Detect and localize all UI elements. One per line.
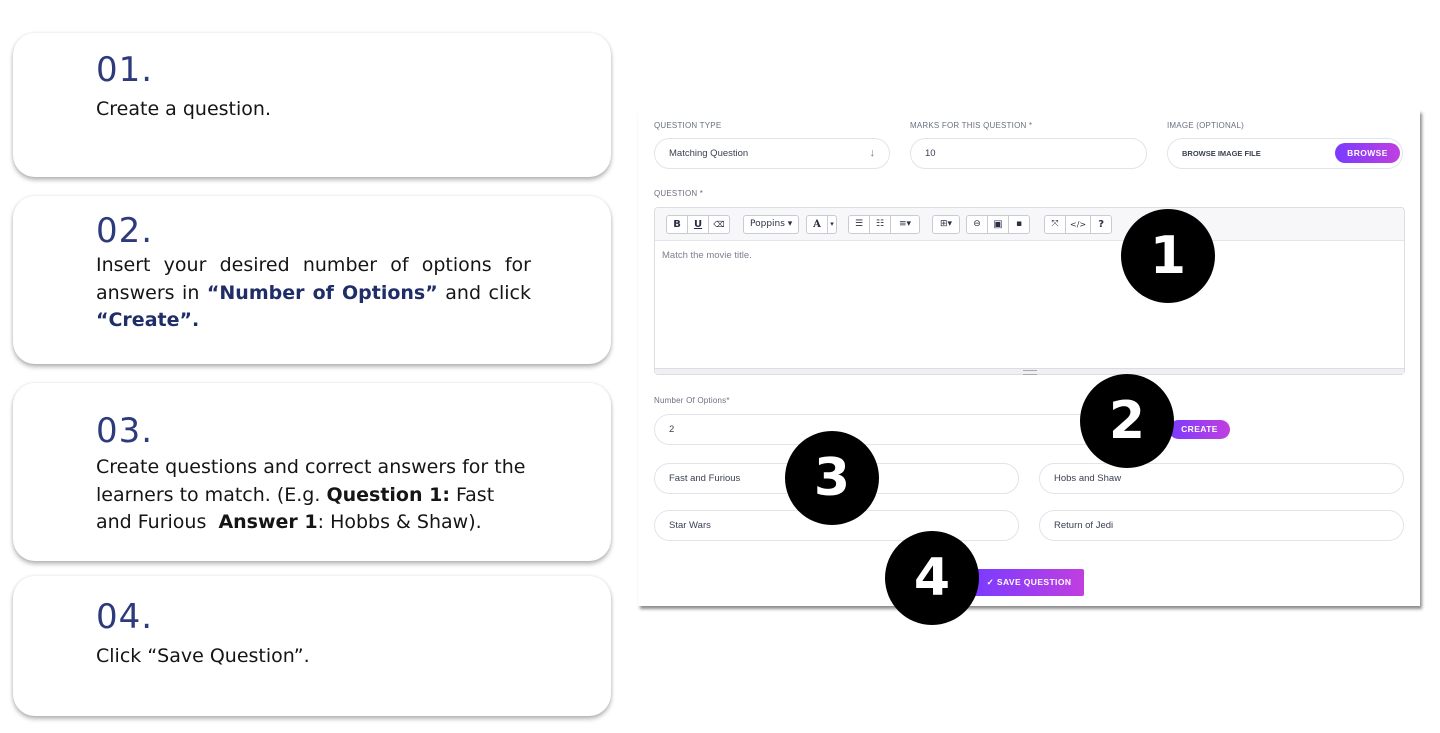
step-number: 04. bbox=[96, 597, 154, 637]
option-answer-input[interactable]: Hobs and Shaw bbox=[1039, 463, 1404, 494]
step-text: Click “Save Question”. bbox=[96, 645, 310, 667]
step-highlight: “Number of Options” bbox=[206, 281, 438, 304]
step-card-4: 04. Click “Save Question”. bbox=[13, 576, 611, 716]
step-card-1: 01. Create a question. bbox=[13, 33, 611, 177]
question-type-label: QUESTION TYPE bbox=[654, 121, 722, 130]
step-card-2: 02. Insert your desired number of option… bbox=[13, 196, 611, 364]
editor-resize-handle[interactable] bbox=[655, 368, 1404, 375]
save-question-button[interactable]: ✓ SAVE QUESTION bbox=[974, 569, 1084, 596]
fullscreen-icon[interactable]: ⤧ bbox=[1044, 215, 1066, 234]
step-card-3: 03. Create questions and correct answers… bbox=[13, 383, 611, 561]
font-family-dropdown[interactable]: Poppins ▾ bbox=[743, 215, 800, 234]
numbered-list-icon[interactable]: ☷ bbox=[869, 215, 891, 234]
code-view-icon[interactable]: </> bbox=[1065, 215, 1092, 234]
bullet-list-icon[interactable]: ☰ bbox=[848, 215, 870, 234]
step-marker-1: 1 bbox=[1121, 209, 1215, 303]
step-number: 02. bbox=[96, 211, 154, 251]
question-type-value: Matching Question bbox=[669, 148, 749, 159]
step-highlight: “Create”. bbox=[96, 309, 200, 331]
image-label: IMAGE (OPTIONAL) bbox=[1167, 121, 1244, 130]
eraser-icon[interactable]: ⌫ bbox=[708, 215, 730, 234]
arrow-down-icon: ↓ bbox=[869, 147, 876, 159]
step-marker-3: 3 bbox=[785, 431, 879, 525]
step-text: Create questions and correct answers for… bbox=[96, 454, 531, 537]
link-icon[interactable]: ⊖ bbox=[966, 215, 988, 234]
table-icon[interactable]: ⊞▾ bbox=[932, 215, 960, 234]
question-type-select[interactable]: Matching Question ↓ bbox=[654, 138, 890, 169]
browse-button[interactable]: BROWSE bbox=[1335, 143, 1400, 163]
step-number: 01. bbox=[96, 50, 154, 90]
question-text[interactable]: Match the movie title. bbox=[662, 250, 752, 261]
marks-label: MARKS FOR THIS QUESTION * bbox=[910, 121, 1033, 130]
step-marker-4: 4 bbox=[885, 531, 979, 625]
step-marker-2: 2 bbox=[1080, 374, 1174, 468]
step-text-part: and click bbox=[437, 281, 531, 304]
step-bold: Answer 1 bbox=[218, 511, 318, 533]
step-text: Create a question. bbox=[96, 98, 271, 120]
question-label: QUESTION * bbox=[654, 189, 704, 198]
help-icon[interactable]: ? bbox=[1090, 215, 1113, 234]
number-of-options-label: Number Of Options* bbox=[654, 396, 730, 405]
create-button[interactable]: CREATE bbox=[1169, 420, 1230, 439]
image-icon[interactable]: ▣ bbox=[987, 215, 1009, 234]
step-text: Insert your desired number of options fo… bbox=[96, 252, 531, 335]
step-bold: Question 1: bbox=[326, 483, 450, 506]
question-form-panel: QUESTION TYPE Matching Question ↓ MARKS … bbox=[638, 110, 1420, 606]
video-icon[interactable]: ▪ bbox=[1008, 215, 1030, 234]
step-number: 03. bbox=[96, 411, 154, 451]
underline-button[interactable]: U bbox=[687, 215, 709, 234]
align-icon[interactable]: ≡▾ bbox=[890, 215, 920, 234]
question-editor[interactable]: B U ⌫ Poppins ▾ A ▾ ☰ ☷ ≡▾ ⊞▾ ⊖ ▣ ▪ ⤧ </… bbox=[654, 207, 1405, 375]
marks-input[interactable]: 10 bbox=[910, 138, 1147, 169]
step-text-part: : Hobbs & Shaw). bbox=[317, 511, 482, 533]
text-color-button[interactable]: A bbox=[806, 215, 828, 234]
number-of-options-input[interactable]: 2 bbox=[654, 414, 1124, 445]
bold-button[interactable]: B bbox=[666, 215, 688, 234]
image-file-placeholder: BROWSE IMAGE FILE bbox=[1182, 149, 1261, 158]
option-answer-input[interactable]: Return of Jedi bbox=[1039, 510, 1404, 541]
chevron-down-icon[interactable]: ▾ bbox=[827, 215, 837, 234]
editor-toolbar: B U ⌫ Poppins ▾ A ▾ ☰ ☷ ≡▾ ⊞▾ ⊖ ▣ ▪ ⤧ </… bbox=[655, 208, 1404, 241]
